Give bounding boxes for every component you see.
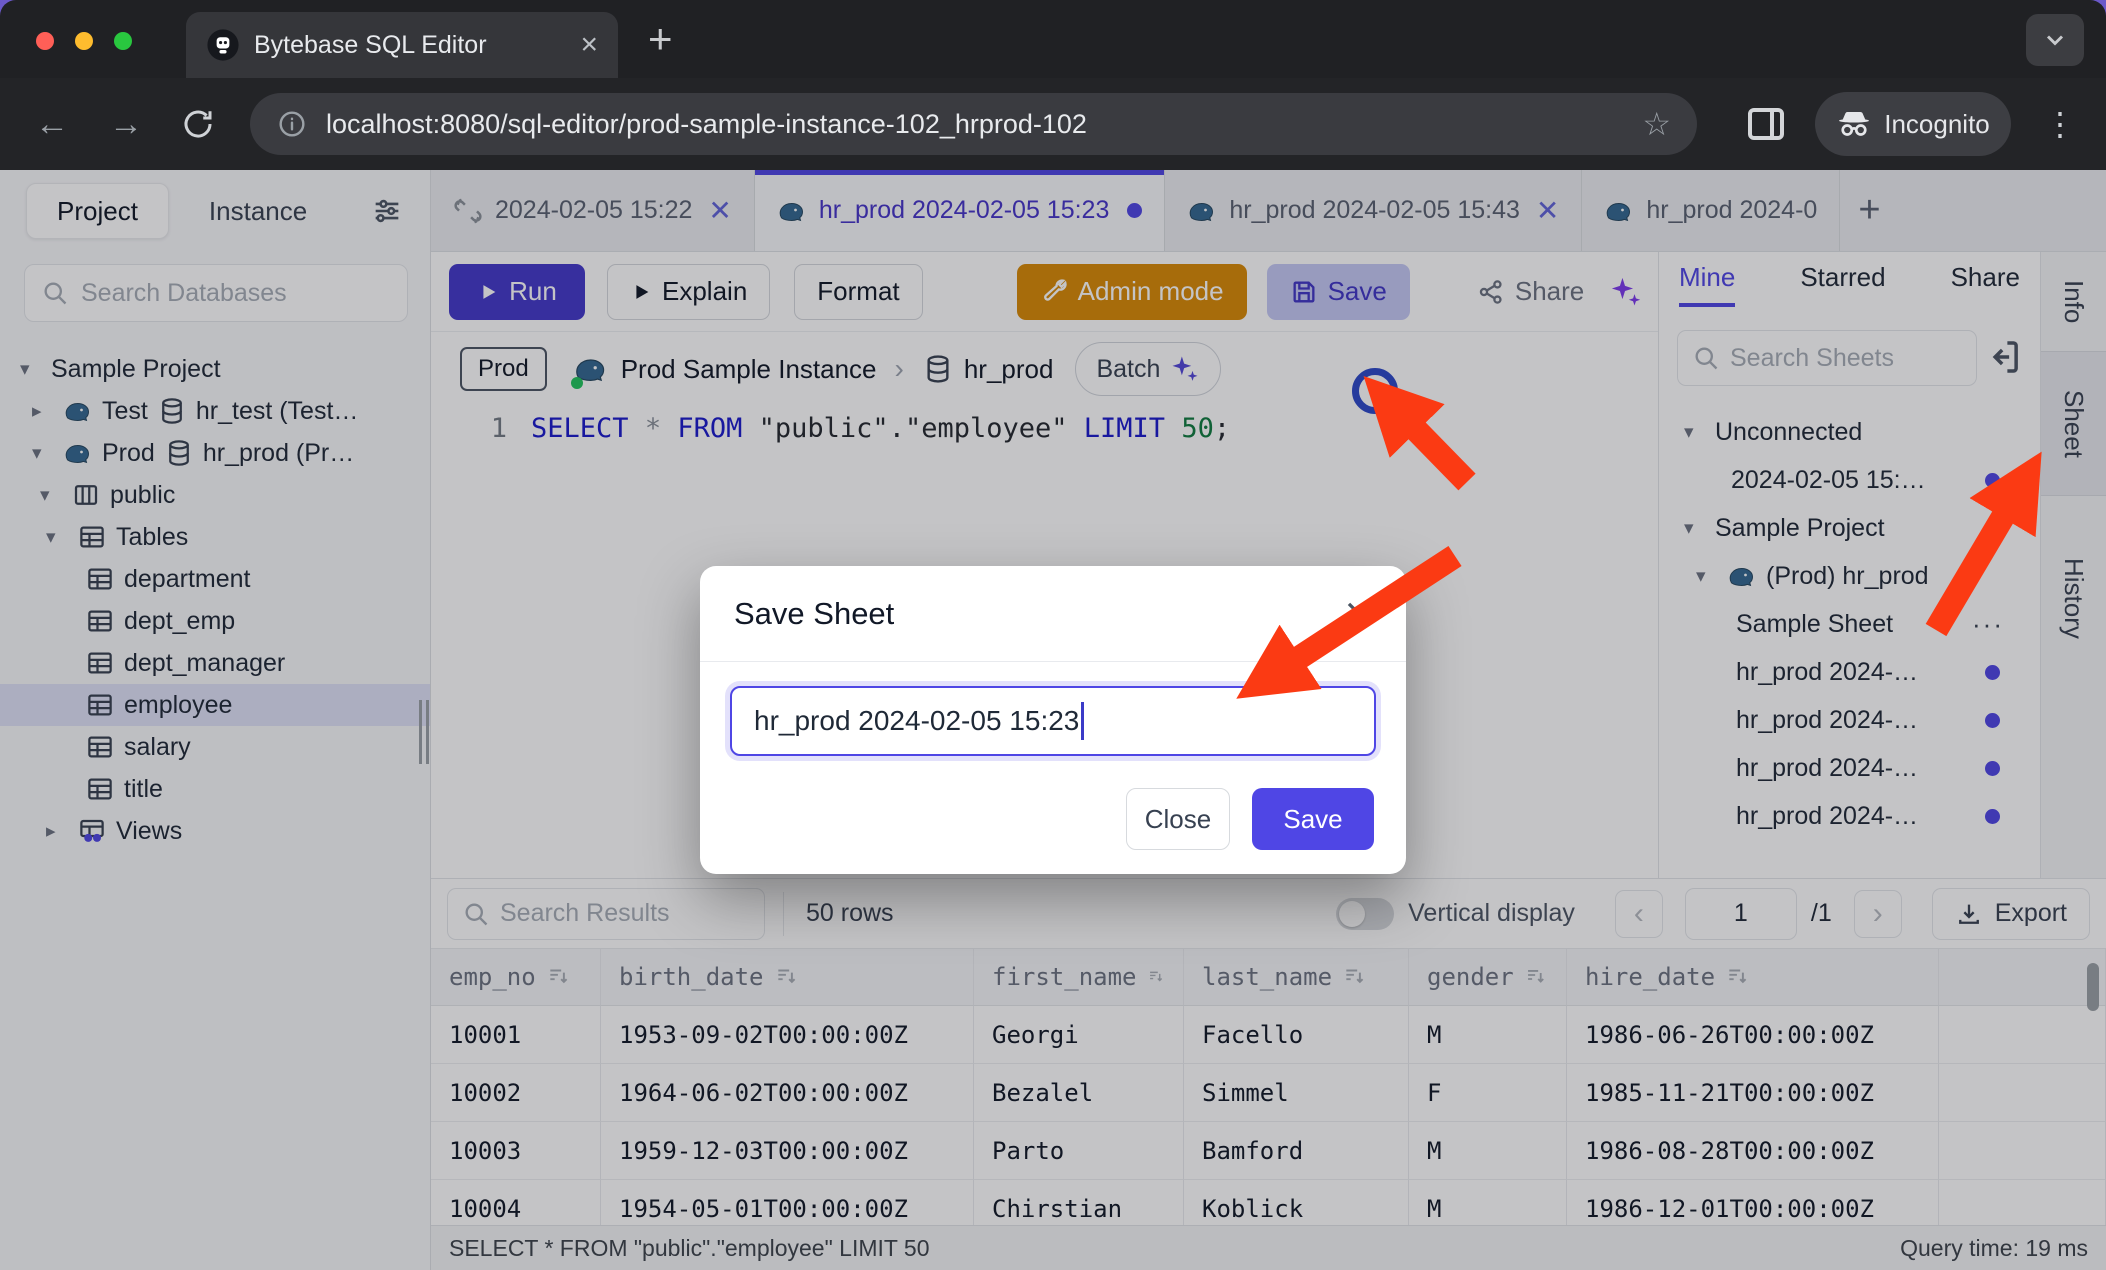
incognito-icon xyxy=(1836,106,1872,142)
tab-search-button[interactable] xyxy=(2026,14,2084,66)
sheet-name-input[interactable]: hr_prod 2024-02-05 15:23 xyxy=(730,686,1376,756)
side-panel-icon[interactable] xyxy=(1742,100,1790,148)
forward-button[interactable]: → xyxy=(104,105,148,144)
chevron-down-icon xyxy=(2041,26,2069,54)
browser-tab-title: Bytebase SQL Editor xyxy=(254,31,566,60)
browser-toolbar: ← → localhost:8080/sql-editor/prod-sampl… xyxy=(0,78,2106,170)
tab-close-icon[interactable]: × xyxy=(580,28,598,62)
modal-save-button[interactable]: Save xyxy=(1252,788,1374,850)
minimize-window-button[interactable] xyxy=(75,32,93,50)
incognito-badge: Incognito xyxy=(1815,92,2011,156)
browser-tab[interactable]: Bytebase SQL Editor × xyxy=(186,12,618,78)
browser-chrome: Bytebase SQL Editor × + ← → localhost:80… xyxy=(0,0,2106,170)
modal-close-button[interactable]: Close xyxy=(1126,788,1230,850)
sheet-name-value: hr_prod 2024-02-05 15:23 xyxy=(754,705,1079,737)
url-text: localhost:8080/sql-editor/prod-sample-in… xyxy=(326,109,1624,140)
modal-header: Save Sheet ✕ xyxy=(700,566,1406,662)
browser-tabstrip: Bytebase SQL Editor × + xyxy=(0,0,2106,78)
modal-close-icon[interactable]: ✕ xyxy=(1344,594,1373,634)
screen: Bytebase SQL Editor × + ← → localhost:80… xyxy=(0,0,2106,1270)
site-info-icon[interactable] xyxy=(276,108,308,140)
bytebase-favicon-icon xyxy=(206,28,240,62)
save-sheet-modal: Save Sheet ✕ hr_prod 2024-02-05 15:23 Cl… xyxy=(700,566,1406,874)
reload-button[interactable] xyxy=(176,106,220,142)
new-tab-button[interactable]: + xyxy=(648,14,673,64)
modal-title: Save Sheet xyxy=(734,596,894,632)
browser-menu-icon[interactable]: ⋮ xyxy=(2044,94,2076,154)
text-cursor xyxy=(1081,702,1084,740)
bookmark-star-icon[interactable]: ☆ xyxy=(1642,105,1671,143)
window-controls xyxy=(36,32,132,50)
url-bar[interactable]: localhost:8080/sql-editor/prod-sample-in… xyxy=(250,93,1697,155)
close-window-button[interactable] xyxy=(36,32,54,50)
modal-actions: Close Save xyxy=(1126,788,1374,850)
incognito-label: Incognito xyxy=(1884,109,1990,140)
zoom-window-button[interactable] xyxy=(114,32,132,50)
back-button[interactable]: ← xyxy=(30,105,74,144)
